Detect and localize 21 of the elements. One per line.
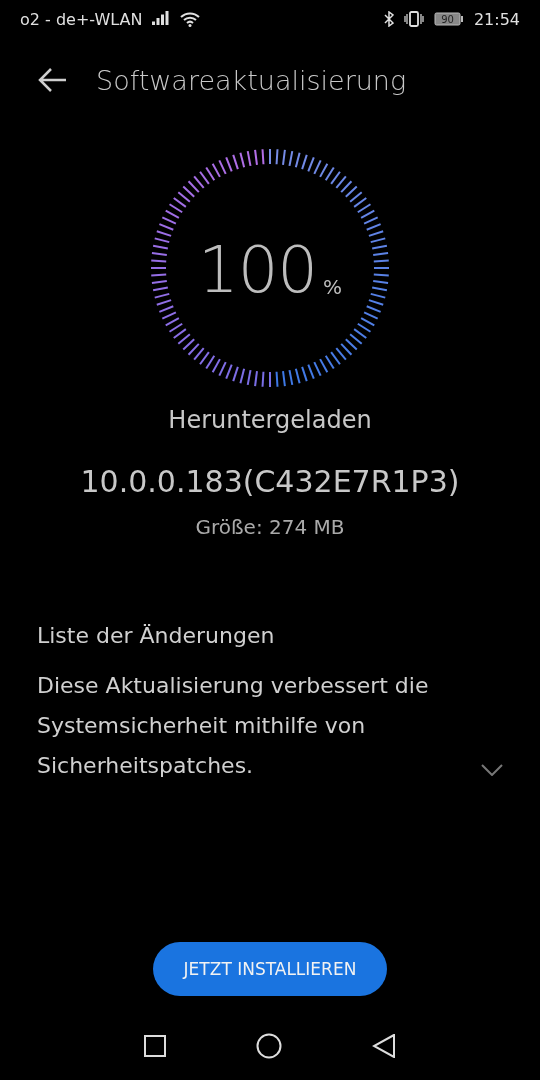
download-status: Heruntergeladen [167, 406, 373, 434]
signal-icon [152, 11, 171, 27]
version-number: 10.0.0.183(C432E7R1P3) [79, 464, 461, 499]
update-size: Größe: 274 MB [194, 515, 346, 539]
progress-value: 100 [197, 233, 318, 307]
install-button[interactable]: JETZT INSTALLIEREN [153, 942, 387, 996]
vibrate-icon [403, 11, 424, 27]
back-arrow-icon[interactable] [38, 67, 68, 93]
bluetooth-icon [383, 11, 394, 27]
clock-text: 21:54 [473, 9, 520, 29]
battery-icon: 90 [433, 11, 464, 27]
page-title: Softwareaktualisierung [96, 64, 407, 96]
circle-icon[interactable] [256, 1033, 282, 1059]
chevron-down-icon[interactable] [481, 764, 503, 776]
carrier-text: o2 - de+-WLAN [20, 9, 143, 29]
changelog-text: Diese Aktualisierung verbessert die Systemsicherheit mithilfe von Sicherheitspatches. [37, 672, 430, 780]
square-icon[interactable] [144, 1035, 166, 1057]
percent-unit: % [323, 275, 343, 299]
back-triangle-icon[interactable] [372, 1034, 396, 1058]
changelog-title: Liste der Änderungen [37, 623, 276, 648]
wifi-icon [180, 11, 201, 27]
